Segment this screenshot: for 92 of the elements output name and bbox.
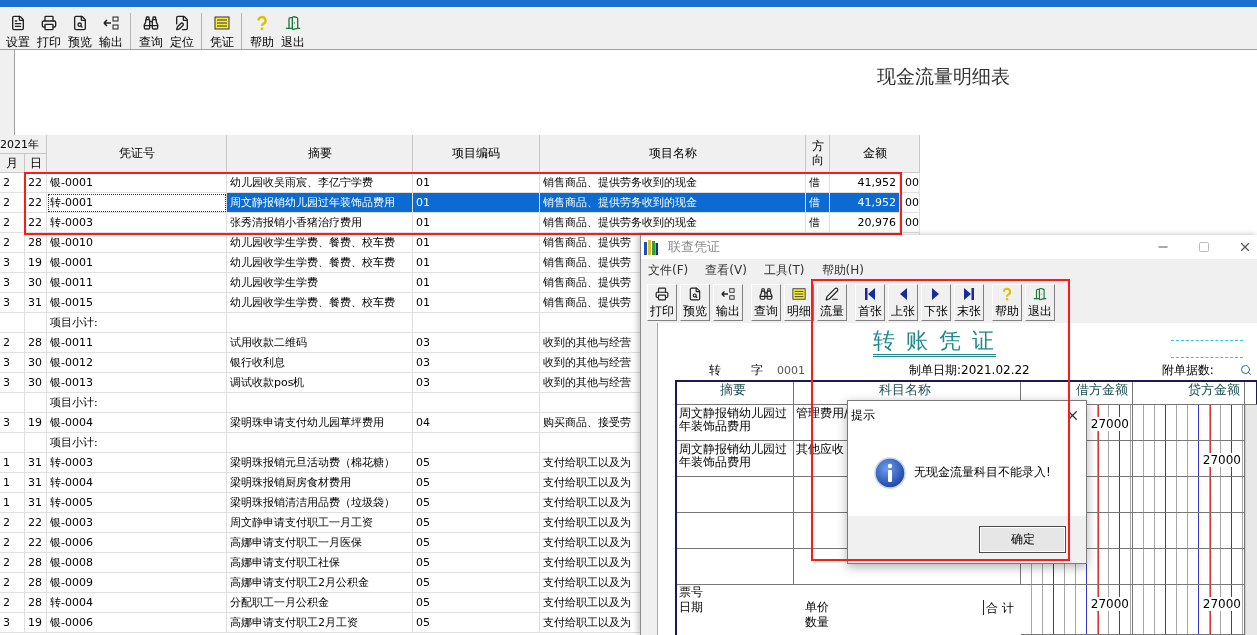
field-label: 单价 [804,600,830,615]
table-cell: 转-0003 [47,213,227,233]
ok-button[interactable]: 确定 [979,526,1066,553]
preview-icon [687,286,703,301]
maximize-icon[interactable] [1198,241,1210,253]
column-header: 方向 [806,135,830,173]
binoculars-icon [758,286,774,301]
toolbar-button[interactable]: 帮助 [249,13,275,51]
toolbar-button[interactable]: 帮助 [992,283,1022,321]
table-cell: 借 [806,213,830,233]
toolbar-button[interactable]: 查询 [138,13,164,51]
pen-icon [824,286,840,301]
document-icon [10,15,26,31]
table-cell: 借 [806,193,830,213]
toolbar-button[interactable]: 上张 [888,283,918,321]
column-header: 日 [25,154,47,173]
toolbar-button[interactable]: 退出 [1025,283,1055,321]
table-cell: 银-0006 [47,613,227,633]
report-title: 现金流量明细表 [877,65,1010,87]
toolbar-button[interactable]: 流量 [817,283,847,321]
table-cell: 转-0001 [47,193,227,213]
voucher-title: 转 账 凭 证 [873,328,996,357]
amount: 27000 [1202,453,1241,467]
column-header: 2021年 [0,135,47,154]
table-cell: 周文静报销幼儿园过年装饰品费用 [677,441,794,477]
table-cell: 周文静报销幼儿园过年装饰品费用 [677,405,794,441]
export-icon [720,286,736,301]
toolbar-button[interactable]: 预览 [67,13,93,51]
column-header: 摘要 [677,382,794,405]
table-cell[interactable]: 张秀清报销小香猪治疗费用 [227,213,413,233]
table-cell: 41,952 [830,193,900,213]
toolbar-button[interactable]: 设置 [5,13,31,51]
total-amount: 27000 [1202,597,1241,611]
table-cell: 20,976 [830,213,900,233]
field-label: 数量 [804,615,830,630]
binoculars-icon [143,15,159,31]
table-cell: 22 [25,213,47,233]
menu-item[interactable]: 帮助(H) [821,261,864,279]
column-header: 项目编码 [413,135,540,173]
total-label: 合 计 [983,600,1021,615]
search-icon[interactable] [1239,364,1252,376]
toolbar-button[interactable]: 退出 [280,13,306,51]
table-cell: 01 [413,213,540,233]
toolbar-button[interactable]: 打印 [647,283,677,321]
toolbar-button[interactable]: 预览 [680,283,710,321]
last-icon [963,286,975,301]
printer-icon [41,15,57,31]
column-header: 项目名称 [540,135,806,173]
export-icon [103,15,119,31]
info-icon [874,456,906,489]
toolbar-button[interactable]: 首张 [855,283,885,321]
toolbar-button[interactable]: 输出 [713,283,743,321]
table-cell: 19 [25,613,47,633]
attachments-label: 附单据数: [1161,361,1214,379]
table-cell: 3 [0,613,25,633]
door-icon [1032,286,1048,301]
right-triangle-icon [931,286,941,301]
toolbar-button[interactable]: 输出 [98,13,124,51]
table-cell: 05 [413,613,540,633]
column-header: 凭证号 [47,135,227,173]
books-icon [644,239,658,255]
toolbar-button[interactable]: 定位 [169,13,195,51]
column-header: 贷方金额 [1133,382,1245,405]
toolbar-button[interactable]: 下张 [921,283,951,321]
toolbar-button[interactable]: 末张 [954,283,984,321]
notebook-icon [791,286,807,301]
scrollbar[interactable] [1245,405,1257,635]
table-cell: 销售商品、提供劳务收到的现金 [540,213,806,233]
door-icon [285,15,301,31]
table-cell: 01 [413,193,540,213]
toolbar-button[interactable]: 打印 [36,13,62,51]
field-label: 日期 [678,600,704,615]
total-amount: 27000 [1090,597,1129,611]
dialog-title: 提示 [851,406,875,424]
question-icon [254,15,270,31]
printer-icon [654,286,670,301]
voucher-date: 制单日期:2021.02.22 [909,361,1030,379]
toolbar-button[interactable]: 明细 [784,283,814,321]
left-triangle-icon [898,286,908,301]
file-edit-icon [174,15,190,31]
window-title: 联查凭证 [668,238,720,256]
close-icon[interactable] [1238,240,1252,254]
notebook-icon [214,15,230,31]
preview-icon [72,15,88,31]
table-cell[interactable]: 高娜申请支付职工2月工资 [227,613,413,633]
column-header: 摘要 [227,135,413,173]
table-cell: 销售商品、提供劳务收到的现金 [540,193,806,213]
toolbar-button[interactable]: 查询 [751,283,781,321]
toolbar-button[interactable]: 凭证 [209,13,235,51]
first-icon [864,286,876,301]
table-cell[interactable]: 周文静报销幼儿园过年装饰品费用 [227,193,413,213]
amount: 27000 [1090,417,1129,431]
